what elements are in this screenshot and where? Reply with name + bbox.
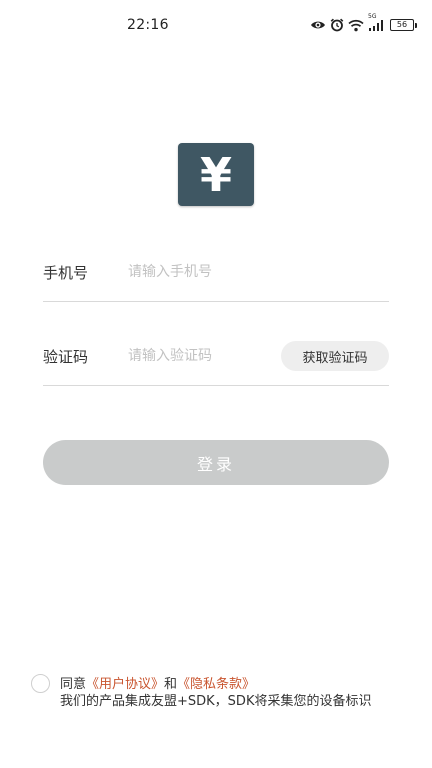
code-label: 验证码: [43, 348, 89, 366]
sdk-notice: 我们的产品集成友盟+SDK，SDK将采集您的设备标识: [60, 694, 372, 709]
phone-label: 手机号: [43, 264, 89, 282]
agreement-checkbox[interactable]: [31, 674, 50, 693]
phone-input[interactable]: [128, 258, 288, 286]
app-logo: ¥: [178, 143, 254, 206]
status-bar: 22:16 5G 56: [0, 0, 432, 48]
signal-icon: 5G: [368, 13, 384, 31]
status-time: 22:16: [127, 17, 169, 33]
code-field: 验证码 获取验证码: [43, 316, 389, 386]
battery-icon: 56: [390, 19, 417, 31]
get-code-button[interactable]: 获取验证码: [281, 341, 389, 371]
code-input[interactable]: [128, 342, 288, 370]
eye-icon: [310, 19, 326, 31]
login-button[interactable]: 登录: [43, 440, 389, 485]
status-icons: 5G 56: [310, 13, 417, 33]
phone-field: 手机号: [43, 232, 389, 302]
wifi-icon: [348, 19, 364, 32]
network-type-label: 5G: [368, 13, 377, 20]
alarm-icon: [330, 18, 344, 32]
yen-icon: ¥: [199, 147, 232, 202]
battery-level: 56: [396, 20, 408, 29]
